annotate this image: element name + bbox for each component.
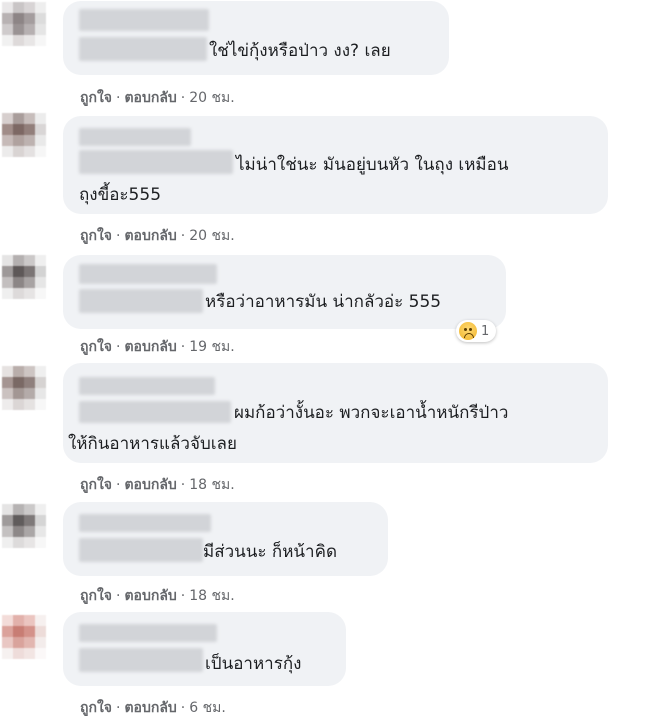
blurred-author-name xyxy=(79,128,191,146)
comment-text-line-2: ถุงขี้อะ555 xyxy=(79,185,162,205)
separator: · xyxy=(116,339,121,355)
comment-bubble: หรือว่าอาหารมัน น่ากลัวอ่ะ 555 xyxy=(63,255,506,329)
comment-actions: ถูกใจ · ตอบกลับ · 6 ชม. xyxy=(80,697,226,719)
avatar[interactable] xyxy=(2,504,46,548)
blurred-author-name xyxy=(79,514,211,532)
timestamp[interactable]: 18 ชม. xyxy=(189,588,234,604)
sad-reaction-icon xyxy=(459,322,477,340)
blurred-tag xyxy=(79,289,203,313)
comment-text: ใช่ไข่กุ้งหรือป่าว งง? เลย xyxy=(209,41,391,61)
blurred-tag xyxy=(79,150,233,174)
reaction-count: 1 xyxy=(481,323,490,339)
timestamp[interactable]: 6 ชม. xyxy=(189,700,226,716)
blurred-author-name xyxy=(79,377,215,395)
reply-link[interactable]: ตอบกลับ xyxy=(124,339,176,355)
separator: · xyxy=(116,700,121,716)
separator: · xyxy=(180,339,186,355)
separator: · xyxy=(180,477,186,493)
reply-link[interactable]: ตอบกลับ xyxy=(124,228,176,244)
comment-actions: ถูกใจ · ตอบกลับ · 18 ชม. xyxy=(80,585,235,607)
like-link[interactable]: ถูกใจ xyxy=(80,228,112,244)
avatar[interactable] xyxy=(2,113,46,157)
separator: · xyxy=(116,228,121,244)
timestamp[interactable]: 18 ชม. xyxy=(189,477,234,493)
comment-text: มีส่วนนะ ก็หน้าคิด xyxy=(203,542,337,562)
like-link[interactable]: ถูกใจ xyxy=(80,339,112,355)
blurred-tag xyxy=(79,648,203,672)
comment-text: เป็นอาหารกุ้ง xyxy=(205,654,302,674)
blurred-tag xyxy=(79,37,207,61)
comment-actions: ถูกใจ · ตอบกลับ · 20 ชม. xyxy=(80,225,235,247)
separator: · xyxy=(180,588,186,604)
reaction-badge[interactable]: 1 xyxy=(456,320,497,342)
comment-actions: ถูกใจ · ตอบกลับ · 19 ชม. xyxy=(80,336,235,358)
avatar[interactable] xyxy=(2,2,46,46)
separator: · xyxy=(116,477,121,493)
comment-text: หรือว่าอาหารมัน น่ากลัวอ่ะ 555 xyxy=(205,292,442,312)
reply-link[interactable]: ตอบกลับ xyxy=(124,477,176,493)
timestamp[interactable]: 20 ชม. xyxy=(189,228,234,244)
avatar[interactable] xyxy=(2,366,46,410)
separator: · xyxy=(116,588,121,604)
like-link[interactable]: ถูกใจ xyxy=(80,90,112,106)
reply-link[interactable]: ตอบกลับ xyxy=(124,90,176,106)
avatar[interactable] xyxy=(2,255,46,299)
reply-link[interactable]: ตอบกลับ xyxy=(124,700,176,716)
avatar[interactable] xyxy=(2,615,46,659)
separator: · xyxy=(180,90,186,106)
like-link[interactable]: ถูกใจ xyxy=(80,588,112,604)
blurred-author-name xyxy=(79,9,209,31)
blurred-author-name xyxy=(79,264,217,284)
comment-text-line-1: ผมก้อว่างั้นอะ พวกจะเอาน้ำหนักรีป่าว xyxy=(234,403,509,423)
blurred-author-name xyxy=(79,624,217,642)
separator: · xyxy=(180,700,186,716)
comment-text-line-1: ไม่น่าใช่นะ มันอยู่บนหัว ในถุง เหมือน xyxy=(236,155,509,175)
like-link[interactable]: ถูกใจ xyxy=(80,700,112,716)
reply-link[interactable]: ตอบกลับ xyxy=(124,588,176,604)
timestamp[interactable]: 20 ชม. xyxy=(189,90,234,106)
separator: · xyxy=(180,228,186,244)
comment-bubble: ผมก้อว่างั้นอะ พวกจะเอาน้ำหนักรีป่าว ให้… xyxy=(63,363,608,463)
comment-bubble: ใช่ไข่กุ้งหรือป่าว งง? เลย xyxy=(63,1,449,75)
comment-text-line-2: ให้กินอาหารแล้วจับเลย xyxy=(68,434,237,454)
blurred-tag xyxy=(79,401,231,423)
blurred-tag xyxy=(79,538,203,562)
comment-bubble: ไม่น่าใช่นะ มันอยู่บนหัว ในถุง เหมือน ถุ… xyxy=(63,116,608,214)
comment-actions: ถูกใจ · ตอบกลับ · 20 ชม. xyxy=(80,87,235,109)
timestamp[interactable]: 19 ชม. xyxy=(189,339,234,355)
comment-bubble: มีส่วนนะ ก็หน้าคิด xyxy=(63,502,388,576)
comment-actions: ถูกใจ · ตอบกลับ · 18 ชม. xyxy=(80,474,235,496)
like-link[interactable]: ถูกใจ xyxy=(80,477,112,493)
comment-bubble: เป็นอาหารกุ้ง xyxy=(63,612,346,686)
separator: · xyxy=(116,90,121,106)
